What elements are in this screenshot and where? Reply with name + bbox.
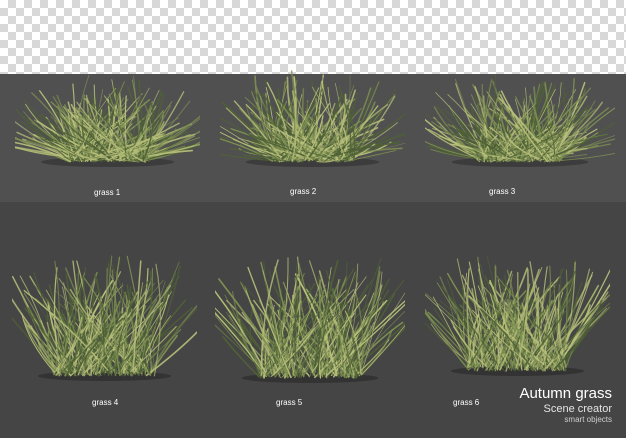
grass-3-label: grass 3	[489, 187, 516, 196]
grass-1-label: grass 1	[94, 188, 121, 197]
grass-6-label: grass 6	[453, 398, 480, 407]
brand-tagline: smart objects	[564, 415, 612, 424]
grass-item-2[interactable]	[220, 58, 405, 168]
grass-item-6[interactable]	[425, 252, 610, 377]
grass-5-label: grass 5	[276, 398, 303, 407]
grass-item-1[interactable]	[15, 58, 200, 168]
grass-4-label: grass 4	[92, 398, 119, 407]
grass-6-image	[425, 256, 610, 376]
grass-1-image	[15, 75, 200, 167]
brand-title: Autumn grass	[519, 385, 612, 402]
grass-3-image	[425, 74, 615, 167]
grass-5-image	[215, 256, 405, 383]
grass-2-image	[220, 70, 405, 167]
brand-subtitle: Scene creator	[543, 403, 612, 415]
grass-4-image	[12, 255, 197, 381]
grass-2-label: grass 2	[290, 187, 317, 196]
grass-item-4[interactable]	[12, 252, 197, 382]
grass-item-3[interactable]	[425, 56, 615, 168]
grass-item-5[interactable]	[215, 254, 405, 384]
